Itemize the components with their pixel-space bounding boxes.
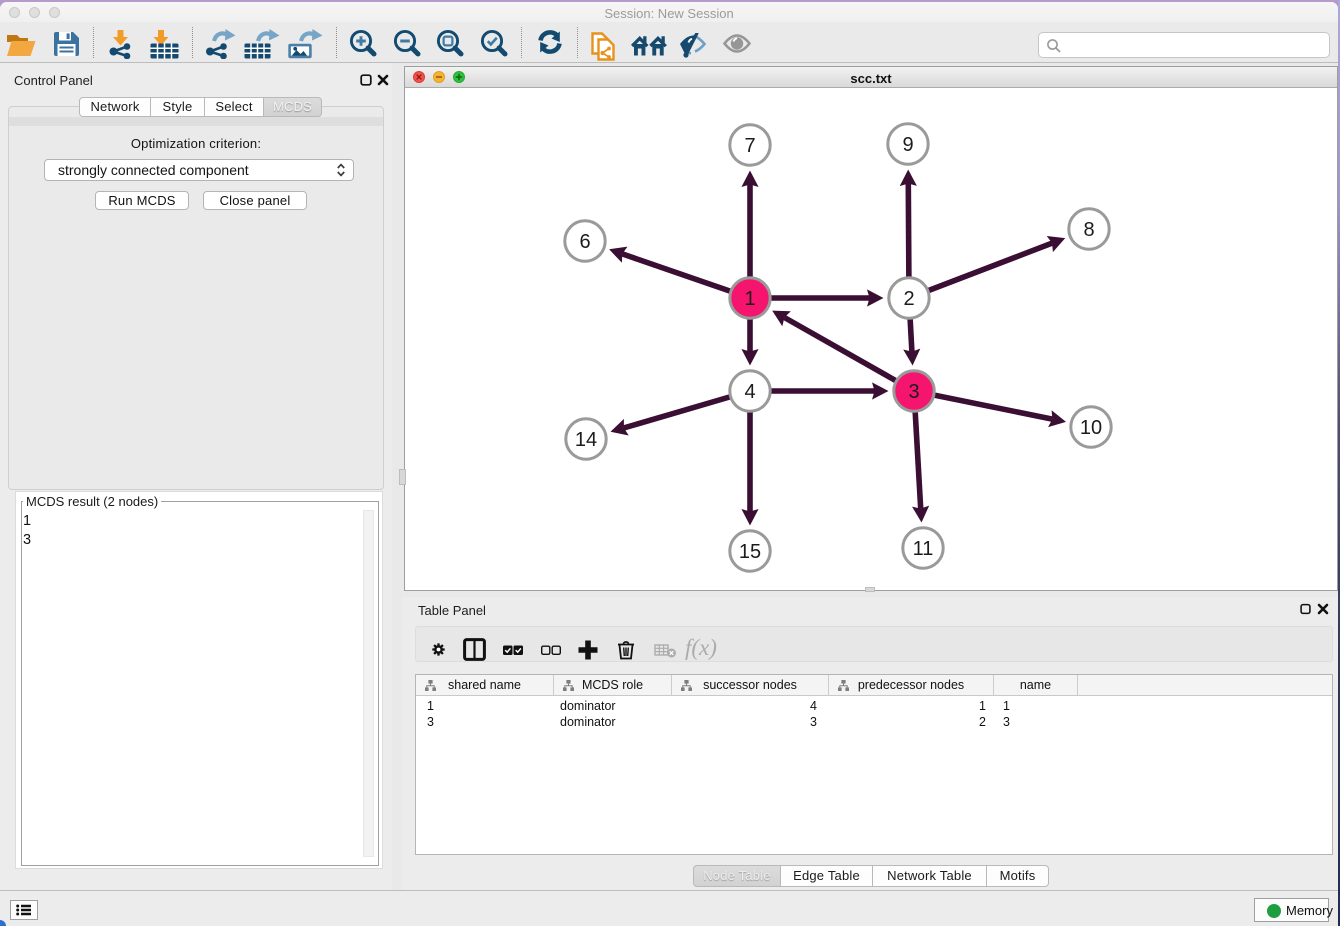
svg-text:6: 6: [579, 231, 590, 253]
svg-text:3: 3: [908, 381, 919, 403]
svg-text:8: 8: [1083, 219, 1094, 241]
svg-text:9: 9: [902, 134, 913, 156]
svg-text:15: 15: [739, 541, 761, 563]
svg-text:11: 11: [913, 538, 934, 560]
svg-text:7: 7: [744, 135, 755, 157]
svg-text:4: 4: [744, 381, 755, 403]
svg-text:14: 14: [575, 429, 597, 451]
svg-text:1: 1: [744, 288, 755, 310]
svg-text:10: 10: [1080, 417, 1102, 439]
svg-text:2: 2: [903, 288, 914, 310]
